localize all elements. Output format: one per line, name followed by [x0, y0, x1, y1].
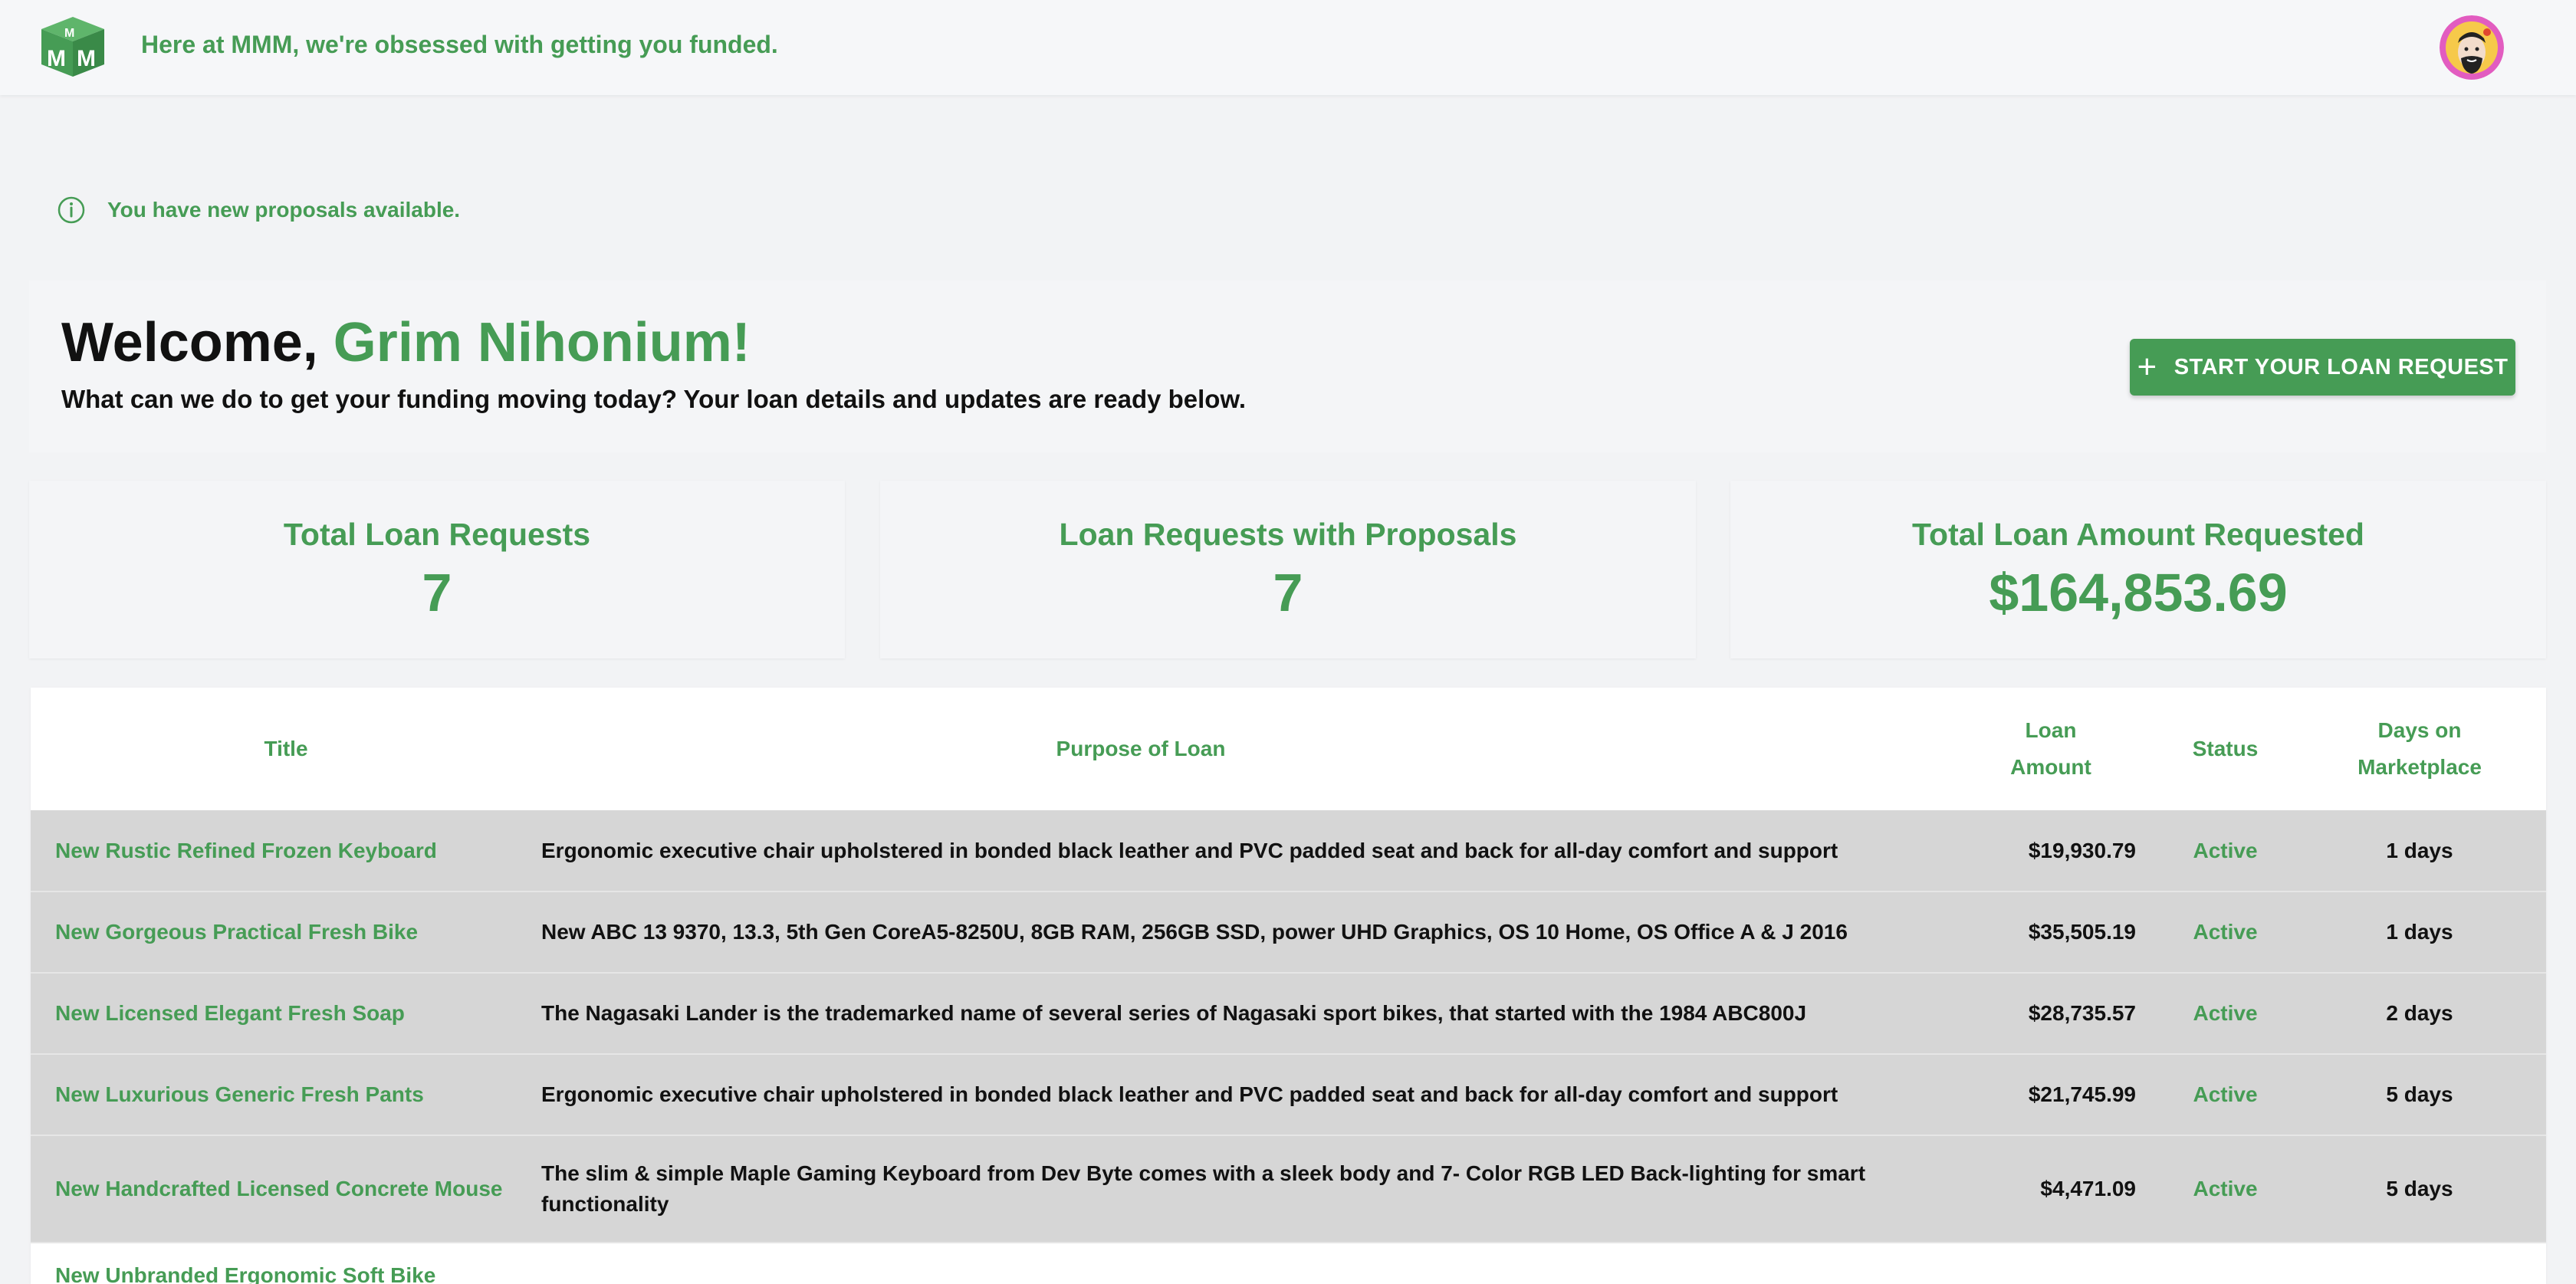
- user-avatar[interactable]: [2440, 15, 2504, 80]
- alert-text: You have new proposals available.: [107, 198, 461, 222]
- column-header-days[interactable]: Days on Marketplace: [2293, 688, 2546, 810]
- row-days: 5 days: [2386, 1082, 2453, 1106]
- row-status: Active: [2193, 1177, 2258, 1200]
- stat-label: Total Loan Requests: [283, 517, 591, 552]
- stat-label: Loan Requests with Proposals: [1059, 517, 1517, 552]
- row-days: 1 days: [2386, 920, 2453, 944]
- user-name: Grim Nihonium!: [333, 312, 751, 373]
- row-title-link[interactable]: New Rustic Refined Frozen Keyboard: [31, 810, 541, 892]
- loan-requests-table: Title Purpose of Loan Loan Amount Status…: [31, 688, 2546, 1284]
- row-amount: $19,930.79: [2028, 838, 2136, 862]
- svg-text:M: M: [64, 27, 74, 40]
- row-amount: $28,735.57: [2028, 1001, 2136, 1025]
- row-purpose: The slim & simple Maple Gaming Keyboard …: [541, 1161, 1866, 1216]
- welcome-subtitle: What can we do to get your funding movin…: [61, 385, 1247, 413]
- plus-icon: +: [2137, 348, 2157, 386]
- row-amount: $4,471.09: [2040, 1177, 2136, 1200]
- table-row[interactable]: New Rustic Refined Frozen Keyboard Ergon…: [31, 810, 2546, 892]
- row-purpose: New ABC 13 9370, 13.3, 5th Gen CoreA5-82…: [541, 920, 1848, 944]
- row-purpose: Ergonomic executive chair upholstered in…: [541, 838, 1838, 862]
- stat-card-total-amount-requested: Total Loan Amount Requested $164,853.69: [1730, 481, 2546, 658]
- row-status: Active: [2193, 920, 2258, 944]
- column-header-amount-line1: Loan: [2025, 718, 2077, 742]
- row-purpose: [541, 1243, 1975, 1284]
- row-title-link[interactable]: New Gorgeous Practical Fresh Bike: [31, 892, 541, 973]
- row-amount: $21,745.99: [2028, 1082, 2136, 1106]
- row-purpose: Ergonomic executive chair upholstered in…: [541, 1082, 1838, 1106]
- welcome-greeting: Welcome,: [61, 312, 334, 373]
- table-row[interactable]: New Licensed Elegant Fresh Soap The Naga…: [31, 973, 2546, 1054]
- row-purpose: The Nagasaki Lander is the trademarked n…: [541, 1001, 1807, 1025]
- stat-card-requests-with-proposals: Loan Requests with Proposals 7: [880, 481, 1696, 658]
- row-days: [2293, 1243, 2546, 1284]
- row-amount: [1975, 1243, 2157, 1284]
- row-status: [2157, 1243, 2293, 1284]
- column-header-title[interactable]: Title: [31, 688, 541, 810]
- stat-value: $164,853.69: [1989, 563, 2288, 622]
- table-row[interactable]: New Gorgeous Practical Fresh Bike New AB…: [31, 892, 2546, 973]
- row-title-link[interactable]: New Luxurious Generic Fresh Pants: [31, 1054, 541, 1135]
- header-tagline: Here at MMM, we're obsessed with getting…: [141, 31, 778, 58]
- row-days: 2 days: [2386, 1001, 2453, 1025]
- row-days: 5 days: [2386, 1177, 2453, 1200]
- row-days: 1 days: [2386, 838, 2453, 862]
- stat-value: 7: [422, 563, 452, 622]
- svg-text:M: M: [47, 46, 66, 71]
- start-loan-request-button[interactable]: + START YOUR LOAN REQUEST: [2130, 339, 2515, 396]
- column-header-purpose[interactable]: Purpose of Loan: [541, 688, 1975, 810]
- column-header-days-line2: Marketplace: [2358, 755, 2482, 779]
- table-header-row: Title Purpose of Loan Loan Amount Status…: [31, 688, 2546, 810]
- stat-value: 7: [1273, 563, 1303, 622]
- column-header-status[interactable]: Status: [2157, 688, 2293, 810]
- row-title-link[interactable]: New Licensed Elegant Fresh Soap: [31, 973, 541, 1054]
- table-row[interactable]: New Unbranded Ergonomic Soft Bike: [31, 1243, 2546, 1284]
- top-bar: M M M Here at MMM, we're obsessed with g…: [0, 0, 2576, 95]
- info-circle-icon: [58, 196, 85, 224]
- welcome-heading: Welcome, Grim Nihonium!: [61, 311, 751, 374]
- column-header-amount-line2: Amount: [2010, 755, 2091, 779]
- avatar-icon: [2440, 15, 2504, 80]
- row-title-link[interactable]: New Unbranded Ergonomic Soft Bike: [31, 1243, 541, 1284]
- start-loan-request-label: START YOUR LOAN REQUEST: [2174, 354, 2509, 379]
- row-status: Active: [2193, 1082, 2258, 1106]
- proposals-alert: You have new proposals available.: [57, 195, 460, 225]
- svg-text:M: M: [77, 46, 96, 71]
- row-status: Active: [2193, 838, 2258, 862]
- column-header-amount[interactable]: Loan Amount: [1975, 688, 2157, 810]
- table-row[interactable]: New Luxurious Generic Fresh Pants Ergono…: [31, 1054, 2546, 1135]
- mmm-logo-icon[interactable]: M M M: [40, 15, 106, 78]
- row-title-link[interactable]: New Handcrafted Licensed Concrete Mouse: [31, 1135, 541, 1243]
- stat-card-total-loan-requests: Total Loan Requests 7: [29, 481, 845, 658]
- row-status: Active: [2193, 1001, 2258, 1025]
- welcome-card: Welcome, Grim Nihonium! What can we do t…: [29, 281, 2546, 452]
- row-amount: $35,505.19: [2028, 920, 2136, 944]
- column-header-days-line1: Days on: [2377, 718, 2462, 742]
- table-row[interactable]: New Handcrafted Licensed Concrete Mouse …: [31, 1135, 2546, 1243]
- stat-label: Total Loan Amount Requested: [1912, 517, 2364, 552]
